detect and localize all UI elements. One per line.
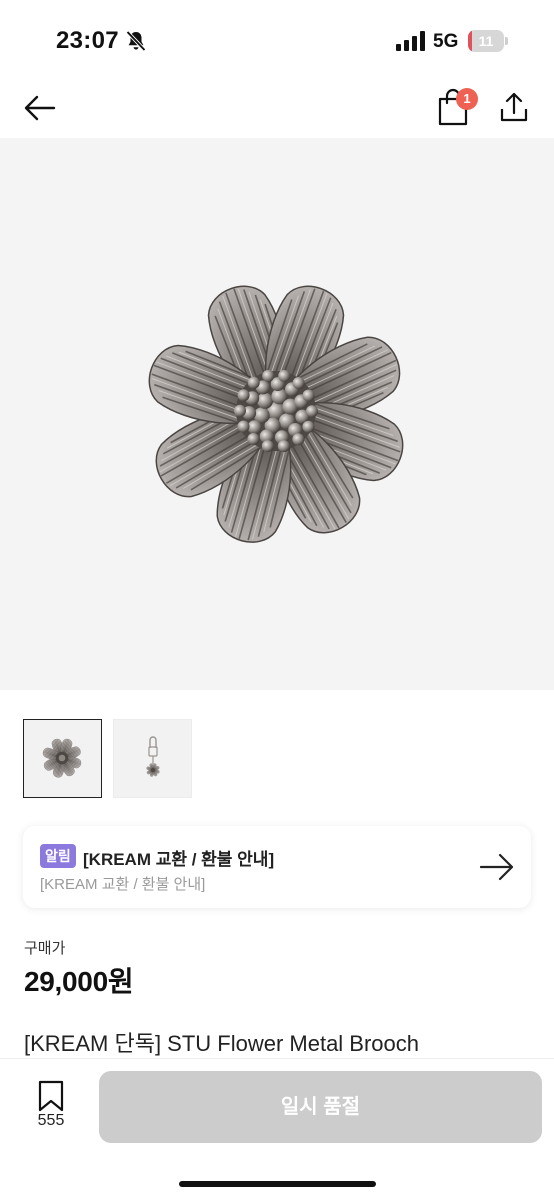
wishlist-count: 555 [37, 1112, 65, 1129]
arrow-left-icon [24, 95, 56, 121]
cart-count-badge: 1 [456, 88, 478, 110]
back-button[interactable] [20, 88, 60, 128]
battery-level: 11 [478, 33, 494, 49]
share-button[interactable] [494, 86, 534, 128]
flower-bead [247, 376, 260, 389]
flower-brooch-image [139, 276, 413, 551]
notice-subtitle: [KREAM 교환 / 환불 안내] [40, 876, 206, 893]
price-label: 구매가 [24, 940, 66, 957]
product-name: [KREAM 단독] STU Flower Metal Brooch [24, 1031, 420, 1056]
status-bar: 23:07 5G 11 [0, 0, 554, 80]
flower-bead [277, 440, 290, 453]
flower-bead [292, 433, 305, 446]
status-time: 23:07 [56, 27, 119, 54]
thumbnail-2[interactable] [113, 719, 192, 798]
brooch-pin-thumbnail-image [145, 736, 161, 778]
flower-bead [306, 405, 318, 418]
flower-bead [257, 392, 273, 409]
thumbnail-1[interactable] [23, 719, 102, 798]
flower-bead [234, 404, 246, 417]
flower-bead [247, 433, 260, 445]
network-label: 5G [433, 31, 459, 52]
flower-bead [302, 389, 315, 402]
flower-bead [262, 369, 275, 382]
sold-out-button[interactable]: 일시 품절 [99, 1071, 542, 1143]
bookmark-icon [38, 1080, 64, 1112]
battery-icon: 11 [468, 30, 508, 52]
home-indicator [179, 1181, 376, 1187]
exchange-refund-notice[interactable]: 알림 [KREAM 교환 / 환불 안내] [KREAM 교환 / 환불 안내] [23, 826, 531, 908]
flower-bead [302, 420, 315, 433]
notice-badge: 알림 [40, 844, 76, 868]
arrow-right-icon [479, 853, 514, 881]
signal-icon [396, 31, 425, 51]
flower-bead [247, 420, 262, 435]
bell-slash-icon [126, 30, 146, 52]
flower-thumbnail-image [41, 737, 83, 779]
nav-bar: 1 [0, 80, 554, 138]
share-icon [500, 92, 528, 122]
flower-bead [292, 377, 305, 389]
flower-bead [237, 389, 250, 402]
price-value: 29,000원 [24, 966, 134, 997]
flower-bead [278, 369, 291, 382]
flower-bead [237, 420, 250, 433]
wishlist-button[interactable]: 555 [22, 1080, 80, 1136]
notice-title: [KREAM 교환 / 환불 안내] [83, 850, 275, 869]
product-image[interactable] [0, 138, 554, 690]
flower-bead [261, 440, 274, 453]
